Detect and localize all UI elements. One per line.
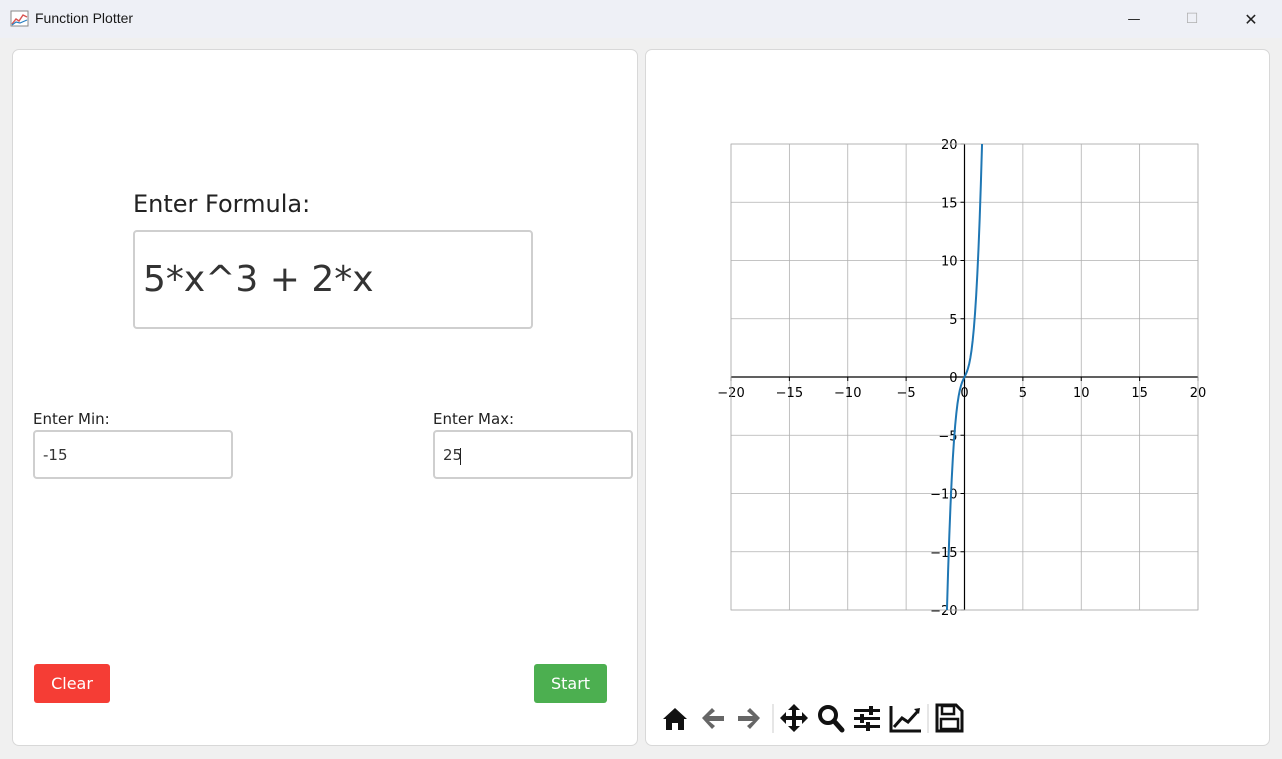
forward-arrow-icon[interactable] xyxy=(738,708,760,729)
app-icon xyxy=(10,10,29,27)
minimize-icon: — xyxy=(1127,11,1141,27)
maximize-button[interactable]: ☐ xyxy=(1163,0,1221,38)
input-panel: Enter Formula: Enter Min: Enter Max: Cle… xyxy=(12,49,638,746)
save-icon[interactable] xyxy=(935,703,964,733)
max-label: Enter Max: xyxy=(433,410,515,428)
clear-button[interactable]: Clear xyxy=(34,664,110,703)
formula-label: Enter Formula: xyxy=(133,190,311,218)
maximize-icon: ☐ xyxy=(1185,11,1199,27)
pan-icon[interactable] xyxy=(780,704,808,732)
min-label: Enter Min: xyxy=(33,410,110,428)
start-button[interactable]: Start xyxy=(534,664,607,703)
text-caret xyxy=(460,448,461,465)
plot-panel: −20 −15 −10 −5 0 5 10 15 20 20 15 10 5 −5 −10 −15 −20 0 xyxy=(645,49,1270,746)
max-input[interactable] xyxy=(433,430,633,479)
navigation-toolbar xyxy=(663,703,964,733)
close-icon: ✕ xyxy=(1244,9,1258,29)
home-icon[interactable] xyxy=(663,708,687,730)
min-input[interactable] xyxy=(33,430,233,479)
minimize-button[interactable]: — xyxy=(1105,0,1163,38)
configure-subplots-icon[interactable] xyxy=(854,706,880,731)
window-title: Function Plotter xyxy=(35,10,134,26)
zoom-icon[interactable] xyxy=(818,705,845,733)
app-window: Function Plotter — ☐ ✕ Enter Formula: En… xyxy=(0,0,1282,759)
back-arrow-icon[interactable] xyxy=(702,708,724,729)
close-button[interactable]: ✕ xyxy=(1222,0,1280,38)
edit-axis-icon[interactable] xyxy=(889,706,921,733)
title-bar: Function Plotter — ☐ ✕ xyxy=(0,0,1282,38)
formula-input[interactable] xyxy=(133,230,533,329)
